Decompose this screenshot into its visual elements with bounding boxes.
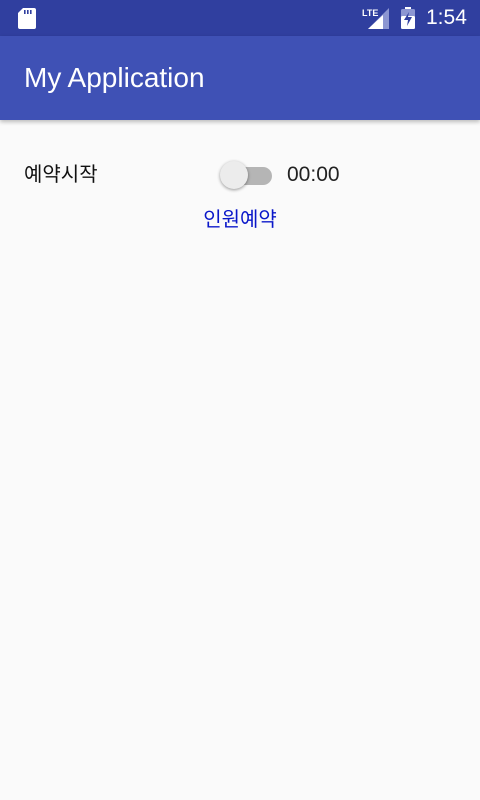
app-bar: My Application xyxy=(0,36,480,120)
battery-charging-icon xyxy=(401,7,415,29)
lte-label: LTE xyxy=(362,8,378,18)
status-bar: LTE 1:54 xyxy=(0,0,480,36)
reservation-time: 00:00 xyxy=(287,163,340,186)
main-content: 예약시작 00:00 인원예약 xyxy=(0,120,480,800)
sd-card-icon xyxy=(18,8,36,29)
app-title: My Application xyxy=(24,62,205,93)
reserve-start-label: 예약시작 xyxy=(24,162,98,186)
status-clock: 1:54 xyxy=(426,6,467,29)
switch-thumb xyxy=(220,161,248,189)
reserve-start-switch[interactable] xyxy=(220,160,274,190)
lte-signal-icon: LTE xyxy=(362,8,389,29)
group-reserve-button[interactable]: 인원예약 xyxy=(190,205,290,233)
